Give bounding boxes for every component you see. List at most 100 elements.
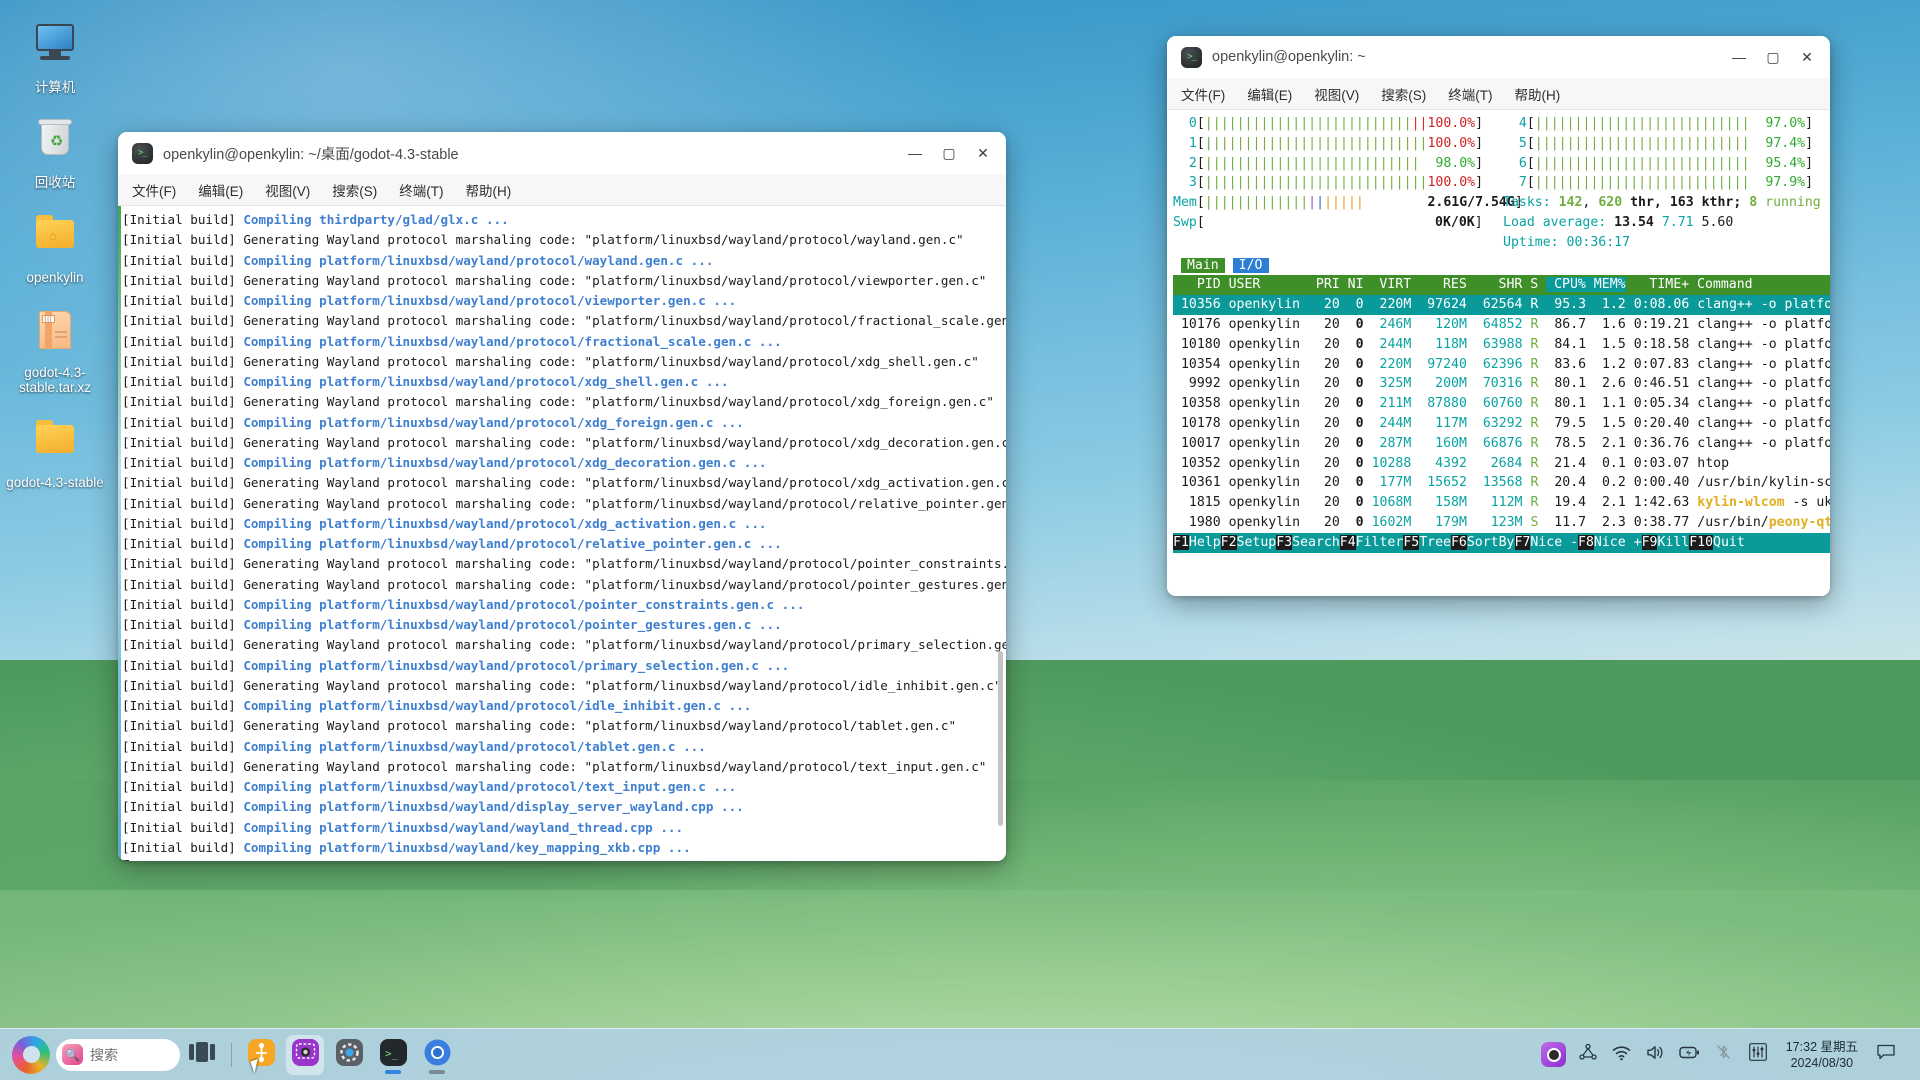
htop-process-row[interactable]: 10176 openkylin 20 0 246M 120M 64852 R 8… xyxy=(1173,315,1830,335)
fkey-label: SortBy xyxy=(1466,534,1515,550)
proc-pid: 1980 xyxy=(1173,514,1221,530)
build-output-line: [Initial build] Compiling platform/linux… xyxy=(122,696,1006,716)
fkey-number: F10 xyxy=(1689,534,1714,550)
close-button[interactable]: ✕ xyxy=(1790,42,1824,72)
cpu-meter-label: 3 xyxy=(1173,175,1197,191)
taskbar-item-task-view[interactable] xyxy=(183,1035,221,1075)
build-terminal-output[interactable]: [Initial build] Compiling thirdparty/gla… xyxy=(118,206,1006,861)
search-input[interactable]: 搜索 xyxy=(90,1045,118,1065)
build-line-text: Compiling platform/linuxbsd/wayland/prot… xyxy=(243,738,706,754)
taskbar-item-screenshot[interactable] xyxy=(286,1034,324,1075)
cpu-meter-value: 97.0% xyxy=(1757,116,1806,131)
build-terminal-window[interactable]: >_ openkylin@openkylin: ~/桌面/godot-4.3-s… xyxy=(118,132,1006,861)
htop-tab-main[interactable]: Main xyxy=(1180,257,1225,273)
htop-process-row[interactable]: 10352 openkylin 20 0 10288 4392 2684 R 2… xyxy=(1173,454,1830,474)
build-terminal-titlebar[interactable]: >_ openkylin@openkylin: ~/桌面/godot-4.3-s… xyxy=(118,132,1006,174)
menu-file[interactable]: 文件(F) xyxy=(1181,84,1225,104)
start-menu-button[interactable] xyxy=(12,1035,50,1074)
taskbar-clock[interactable]: 17:32 星期五 2024/08/30 xyxy=(1776,1039,1868,1071)
htop-process-row[interactable]: 10356 openkylin 20 0 220M 97624 62564 R … xyxy=(1173,295,1830,315)
tray-item-screenshot[interactable] xyxy=(1538,1039,1570,1071)
htop-process-row[interactable]: 10358 openkylin 20 0 211M 87880 60760 R … xyxy=(1173,394,1830,414)
build-line-text: Generating Wayland protocol marshaling c… xyxy=(243,576,1006,592)
htop-process-row[interactable]: 1980 openkylin 20 0 1602M 179M 123M S 11… xyxy=(1173,513,1830,533)
close-button[interactable]: ✕ xyxy=(966,138,1000,168)
menu-view[interactable]: 视图(V) xyxy=(1314,84,1359,104)
menu-edit[interactable]: 编辑(E) xyxy=(1247,84,1292,104)
tray-item-bluetooth[interactable] xyxy=(1708,1039,1740,1071)
build-line-prefix: [Initial build] xyxy=(122,333,244,349)
htop-process-row[interactable]: 10017 openkylin 20 0 287M 160M 66876 R 7… xyxy=(1173,434,1830,454)
htop-process-row[interactable]: 1815 openkylin 20 0 1068M 158M 112M R 19… xyxy=(1173,493,1830,513)
htop-function-keys[interactable]: F1HelpF2SetupF3SearchF4FilterF5TreeF6Sor… xyxy=(1173,532,1830,553)
tray-item-equalizer[interactable] xyxy=(1742,1039,1774,1071)
build-line-text: Generating Wayland protocol marshaling c… xyxy=(243,232,964,248)
htop-column-header[interactable]: PID USER PRI NI VIRT RES SHR S CPU% MEM%… xyxy=(1173,275,1830,296)
desktop-icon-computer[interactable]: 计算机 xyxy=(0,22,110,95)
maximize-button[interactable]: ▢ xyxy=(932,138,966,168)
cpu-meter-value: 100.0% xyxy=(1427,175,1476,191)
taskbar-item-software-center[interactable] xyxy=(242,1035,280,1075)
htop-tab-io[interactable]: I/O xyxy=(1232,257,1269,273)
minimize-button[interactable]: — xyxy=(1722,42,1756,72)
build-output-line: [Initial build] Generating Wayland proto… xyxy=(122,352,1006,372)
taskbar-item-browser[interactable] xyxy=(418,1035,456,1075)
htop-process-row[interactable]: 9992 openkylin 20 0 325M 200M 70316 R 80… xyxy=(1173,374,1830,394)
desktop-icon-archive[interactable]: ||| godot-4.3-stable.tar.xz xyxy=(0,307,110,395)
taskbar-item-terminal[interactable]: >_ xyxy=(374,1035,412,1075)
htop-terminal-title: openkylin@openkylin: ~ xyxy=(1212,49,1366,65)
htop-terminal-titlebar[interactable]: >_ openkylin@openkylin: ~ — ▢ ✕ xyxy=(1167,36,1830,78)
proc-cpu: 83.6 xyxy=(1546,356,1587,372)
proc-mem: 1.5 xyxy=(1586,415,1626,431)
build-line-prefix: [Initial build] xyxy=(122,758,244,774)
menu-search[interactable]: 搜索(S) xyxy=(332,180,377,200)
proc-pri: 20 xyxy=(1308,514,1340,530)
menu-view[interactable]: 视图(V) xyxy=(265,180,310,200)
cpu-meter-bar: ||||||||||||||||||||||||||| xyxy=(1534,135,1750,151)
scrollbar-thumb[interactable] xyxy=(998,651,1003,826)
htop-terminal-window[interactable]: >_ openkylin@openkylin: ~ — ▢ ✕ 文件(F) 编辑… xyxy=(1167,36,1830,596)
system-tray: 17:32 星期五 2024/08/30 xyxy=(1538,1039,1912,1071)
proc-time: 0:46.51 xyxy=(1633,376,1690,392)
build-line-text: Generating Wayland protocol marshaling c… xyxy=(243,556,1006,572)
proc-command: clang++ -o platform/linuxb xyxy=(1697,435,1830,451)
notifications-button[interactable] xyxy=(1870,1039,1902,1071)
desktop-icon-folder[interactable]: godot-4.3-stable xyxy=(0,417,110,490)
tray-item-assistant[interactable] xyxy=(1572,1039,1604,1071)
build-line-prefix: [Initial build] xyxy=(122,698,244,713)
tray-item-network[interactable] xyxy=(1606,1039,1638,1071)
menu-edit[interactable]: 编辑(E) xyxy=(198,180,243,200)
tray-item-volume[interactable] xyxy=(1640,1039,1672,1071)
taskbar-search-box[interactable]: 🔍 搜索 xyxy=(56,1038,180,1071)
proc-command: kylin-wlcom xyxy=(1697,495,1785,511)
proc-ni: 0 xyxy=(1347,336,1364,352)
build-line-prefix: [Initial build] xyxy=(122,293,244,308)
desktop-icon-home-folder[interactable]: ⌂ openkylin xyxy=(0,212,110,285)
build-line-prefix: [Initial build] xyxy=(122,819,244,835)
cpu-meter-row: 0[||||||||||||||||||||||||||||100.0%] xyxy=(1173,116,1484,131)
maximize-button[interactable]: ▢ xyxy=(1756,42,1790,72)
htop-output[interactable]: 0[||||||||||||||||||||||||||||100.0%] 1[… xyxy=(1167,110,1830,596)
menu-help[interactable]: 帮助(H) xyxy=(466,180,512,200)
desktop-icon-trash[interactable]: ♻ 回收站 xyxy=(0,117,110,190)
htop-process-row[interactable]: 10180 openkylin 20 0 244M 118M 63988 R 8… xyxy=(1173,335,1830,355)
proc-user: openkylin xyxy=(1228,336,1301,352)
terminal-left-edge xyxy=(118,206,121,861)
menu-file[interactable]: 文件(F) xyxy=(132,180,176,200)
menu-search[interactable]: 搜索(S) xyxy=(1381,84,1426,104)
proc-user: openkylin xyxy=(1228,475,1301,491)
proc-cpu: 84.1 xyxy=(1546,336,1587,352)
menu-terminal[interactable]: 终端(T) xyxy=(1448,84,1492,104)
htop-process-row[interactable]: 10178 openkylin 20 0 244M 117M 63292 R 7… xyxy=(1173,414,1830,434)
build-terminal-scrollbar[interactable] xyxy=(996,206,1004,861)
htop-process-row[interactable]: 10361 openkylin 20 0 177M 15652 13568 R … xyxy=(1173,473,1830,493)
proc-command: peony-qt-desktop xyxy=(1768,514,1830,530)
minimize-button[interactable]: — xyxy=(898,138,932,168)
menu-terminal[interactable]: 终端(T) xyxy=(399,180,443,200)
tray-item-battery[interactable] xyxy=(1674,1039,1706,1071)
menu-help[interactable]: 帮助(H) xyxy=(1515,84,1561,104)
htop-process-row[interactable]: 10354 openkylin 20 0 220M 97240 62396 R … xyxy=(1173,355,1830,375)
taskbar-item-settings[interactable] xyxy=(330,1035,368,1075)
build-output-line: [Initial build] Generating Wayland proto… xyxy=(122,676,1006,696)
proc-pri: 20 xyxy=(1308,415,1340,431)
